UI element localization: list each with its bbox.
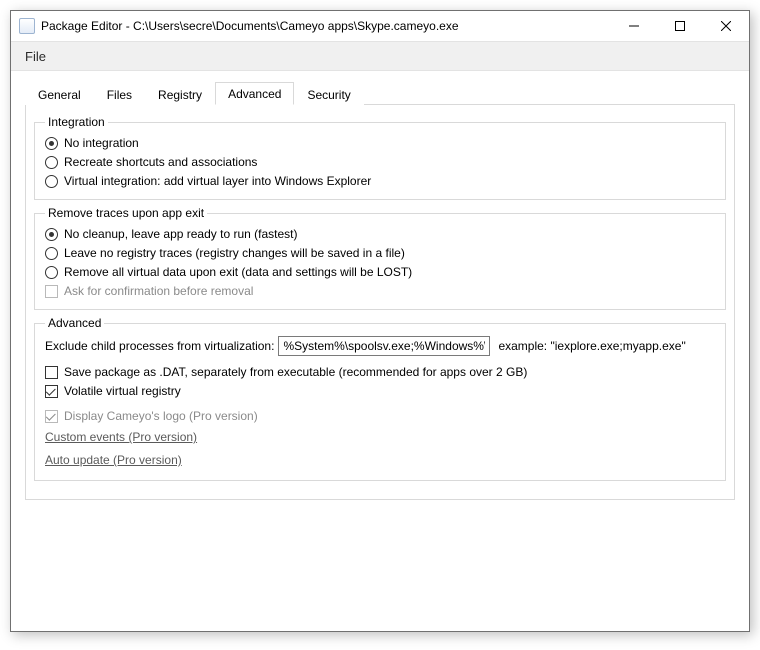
radio-label: Recreate shortcuts and associations — [64, 154, 257, 171]
row-integration-virtual[interactable]: Virtual integration: add virtual layer i… — [45, 172, 715, 191]
group-advanced: Advanced Exclude child processes from vi… — [34, 316, 726, 481]
tab-security[interactable]: Security — [294, 83, 363, 105]
titlebar: Package Editor - C:\Users\secre\Document… — [11, 11, 749, 41]
row-display-logo: Display Cameyo's logo (Pro version) — [45, 407, 715, 426]
checkbox-icon — [45, 366, 58, 379]
row-remove-noregistry[interactable]: Leave no registry traces (registry chang… — [45, 244, 715, 263]
radio-icon — [45, 266, 58, 279]
group-advanced-legend: Advanced — [45, 316, 104, 330]
menu-file[interactable]: File — [15, 44, 56, 69]
radio-label: Virtual integration: add virtual layer i… — [64, 173, 371, 190]
group-remove-legend: Remove traces upon app exit — [45, 206, 207, 220]
maximize-button[interactable] — [657, 11, 703, 41]
link-custom-events[interactable]: Custom events (Pro version) — [45, 429, 197, 446]
group-integration: Integration No integration Recreate shor… — [34, 115, 726, 200]
row-integration-recreate[interactable]: Recreate shortcuts and associations — [45, 153, 715, 172]
tab-registry[interactable]: Registry — [145, 83, 215, 105]
client-area: General Files Registry Advanced Security… — [11, 71, 749, 631]
checkbox-icon — [45, 285, 58, 298]
row-save-dat[interactable]: Save package as .DAT, separately from ex… — [45, 363, 715, 382]
tab-advanced[interactable]: Advanced — [215, 82, 294, 105]
group-integration-legend: Integration — [45, 115, 108, 129]
group-remove-traces: Remove traces upon app exit No cleanup, … — [34, 206, 726, 310]
radio-label: No cleanup, leave app ready to run (fast… — [64, 226, 297, 243]
checkbox-icon — [45, 410, 58, 423]
radio-label: Leave no registry traces (registry chang… — [64, 245, 405, 262]
row-remove-nocleanup[interactable]: No cleanup, leave app ready to run (fast… — [45, 225, 715, 244]
checkbox-label: Ask for confirmation before removal — [64, 283, 253, 300]
row-link-update: Auto update (Pro version) — [45, 449, 715, 472]
tab-general[interactable]: General — [25, 83, 94, 105]
row-link-events: Custom events (Pro version) — [45, 426, 715, 449]
link-auto-update[interactable]: Auto update (Pro version) — [45, 452, 182, 469]
exclude-input[interactable] — [278, 336, 490, 356]
row-remove-confirm: Ask for confirmation before removal — [45, 282, 715, 301]
checkbox-icon — [45, 385, 58, 398]
radio-icon — [45, 247, 58, 260]
window-title: Package Editor - C:\Users\secre\Document… — [41, 19, 611, 33]
radio-label: Remove all virtual data upon exit (data … — [64, 264, 412, 281]
row-integration-none[interactable]: No integration — [45, 134, 715, 153]
row-remove-all[interactable]: Remove all virtual data upon exit (data … — [45, 263, 715, 282]
radio-icon — [45, 228, 58, 241]
tabstrip: General Files Registry Advanced Security — [25, 81, 735, 104]
radio-label: No integration — [64, 135, 139, 152]
radio-icon — [45, 175, 58, 188]
app-icon — [19, 18, 35, 34]
exclude-label: Exclude child processes from virtualizat… — [45, 338, 274, 355]
exclude-example: example: "iexplore.exe;myapp.exe" — [498, 338, 685, 355]
radio-icon — [45, 137, 58, 150]
row-exclude: Exclude child processes from virtualizat… — [45, 335, 715, 357]
minimize-button[interactable] — [611, 11, 657, 41]
menubar: File — [11, 41, 749, 71]
checkbox-label: Display Cameyo's logo (Pro version) — [64, 408, 258, 425]
row-volatile-registry[interactable]: Volatile virtual registry — [45, 382, 715, 401]
tab-panel-advanced: Integration No integration Recreate shor… — [25, 104, 735, 500]
tab-files[interactable]: Files — [94, 83, 145, 105]
window: Package Editor - C:\Users\secre\Document… — [10, 10, 750, 632]
checkbox-label: Save package as .DAT, separately from ex… — [64, 364, 527, 381]
checkbox-label: Volatile virtual registry — [64, 383, 181, 400]
close-button[interactable] — [703, 11, 749, 41]
radio-icon — [45, 156, 58, 169]
